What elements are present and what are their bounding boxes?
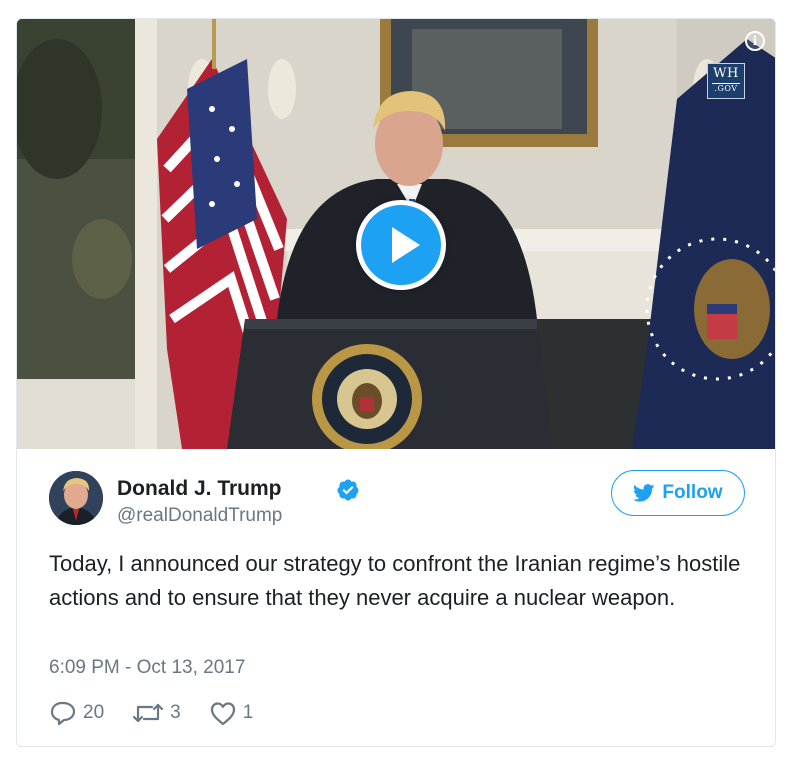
avatar[interactable] [49,471,103,525]
like-count: 1 [242,702,254,723]
screen-name[interactable]: @realDonaldTrump [117,505,282,527]
white-house-gov-logo: WH .GOV [707,63,745,99]
reply-button[interactable]: 20 [49,700,104,726]
play-button[interactable] [356,200,446,290]
display-name[interactable]: Donald J. Trump [117,477,282,501]
avatar-image [49,471,103,525]
verified-badge-icon [337,479,359,501]
tweet-timestamp[interactable]: 6:09 PM - Oct 13, 2017 [49,657,245,679]
reply-count: 20 [83,702,105,723]
heart-icon [210,702,235,726]
video-player[interactable]: WH .GOV i [17,19,775,449]
reply-icon [50,701,76,726]
info-icon[interactable]: i [745,31,765,51]
logo-text-bottom: .GOV [712,83,740,94]
tweet-actions: 20 3 1 [49,699,281,727]
retweet-count: 3 [170,702,181,723]
play-icon [392,227,420,263]
like-button[interactable]: 1 [209,700,254,726]
retweet-icon [133,703,164,723]
embedded-tweet-card: WH .GOV i Donald J. Trump @realDonaldTru… [16,18,776,747]
follow-button[interactable]: Follow [611,470,745,516]
tweet-text: Today, I announced our strategy to confr… [49,551,741,610]
logo-text-top: WH [713,66,739,81]
twitter-bird-icon [633,484,655,502]
retweet-button[interactable]: 3 [132,701,181,725]
follow-label: Follow [662,482,723,503]
